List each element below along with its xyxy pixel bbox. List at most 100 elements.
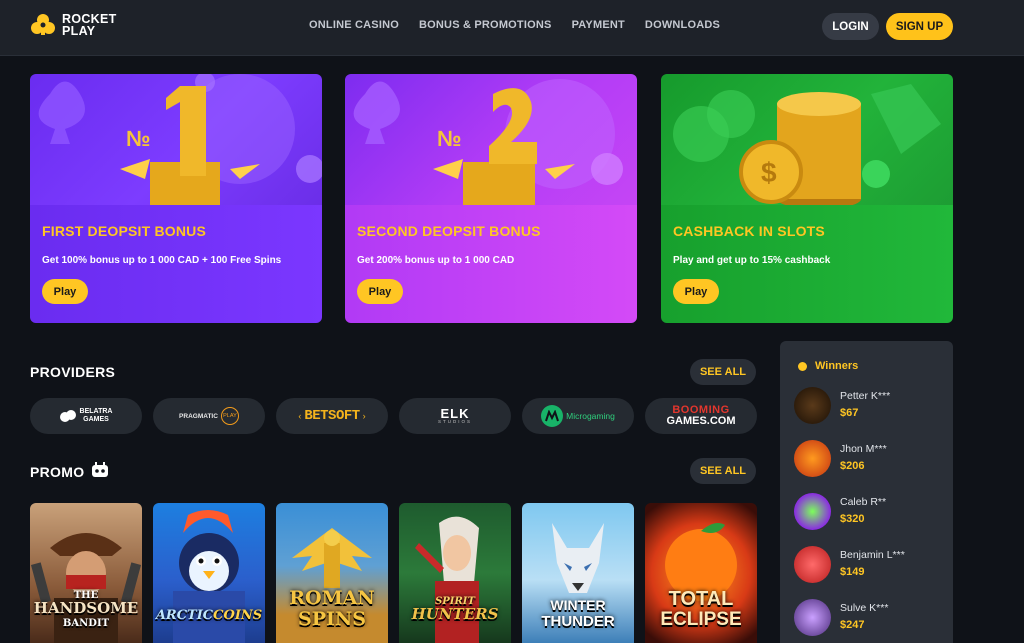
- logo[interactable]: ROCKET PLAY: [30, 12, 117, 38]
- winner-game-thumb: [794, 599, 831, 636]
- winner-game-thumb: [794, 440, 831, 477]
- winner-name: Jhon M***: [840, 443, 887, 455]
- provider-booming[interactable]: BOOMING GAMES.COM: [645, 398, 757, 434]
- elk-sub: STUDIOS: [437, 419, 472, 425]
- promo-desc: Get 100% bonus up to 1 000 CAD + 100 Fre…: [42, 255, 282, 266]
- coins-text: COINS: [213, 608, 263, 623]
- promo-art-first-deposit: №: [30, 74, 322, 205]
- microgaming-icon: [541, 405, 564, 427]
- rocket-logo-icon: [31, 14, 55, 35]
- provider-elk[interactable]: ELK STUDIOS: [399, 398, 511, 434]
- booming-sub: GAMES.COM: [666, 415, 736, 427]
- winner-name: Petter K***: [840, 390, 891, 402]
- promo-art-cashback: $: [661, 74, 953, 205]
- provider-microgaming[interactable]: Microgaming: [522, 398, 634, 434]
- game-title-line2: ECLIPSE: [660, 609, 742, 630]
- betsoft-name: BETSOFT: [304, 408, 360, 424]
- game-winter-thunder[interactable]: WINTER THUNDER: [522, 503, 634, 643]
- microgaming-name: Microgaming: [566, 411, 615, 421]
- provider-betsoft[interactable]: ‹ BETSOFT ›: [276, 398, 388, 434]
- nav-online-casino[interactable]: ONLINE CASINO: [309, 19, 399, 31]
- nav-payment[interactable]: PAYMENT: [572, 19, 625, 31]
- winner-amount: $149: [840, 566, 865, 578]
- play-button[interactable]: Play: [673, 279, 719, 304]
- promo-body-first-deposit: FIRST DEOPSIT BONUS Get 100% bonus up to…: [30, 205, 322, 323]
- belatra-icon: [59, 410, 76, 422]
- game-title-line2: THUNDER: [541, 613, 615, 630]
- game-spirit-hunters[interactable]: SPIRIT HUNTERS: [399, 503, 511, 643]
- belatra-name: BELATRA: [79, 408, 113, 415]
- svg-text:$: $: [761, 157, 777, 188]
- winner-amount: $320: [840, 513, 865, 525]
- promo-title: SECOND DEOPSIT BONUS: [357, 223, 541, 239]
- svg-text:№: №: [126, 126, 151, 151]
- pragmatic-name: PRAGMATIC: [179, 412, 218, 420]
- promo-desc: Get 200% bonus up to 1 000 CAD: [357, 255, 515, 266]
- winner-item[interactable]: Sulve K*** $247: [794, 599, 944, 639]
- promo-art-second-deposit: №: [345, 74, 637, 205]
- winner-game-thumb: [794, 387, 831, 424]
- promo-title: FIRST DEOPSIT BONUS: [42, 223, 207, 239]
- promo-desc: Play and get up to 15% cashback: [673, 255, 831, 266]
- winner-name: Benjamin L***: [840, 549, 905, 561]
- gamepad-icon: [92, 462, 108, 477]
- promo-heading-text: PROMO: [30, 464, 85, 480]
- promo-card-second-deposit[interactable]: № SECOND DEOPSIT BONUS Get 200% bonus up…: [345, 74, 637, 323]
- winner-game-thumb: [794, 546, 831, 583]
- play-button[interactable]: Play: [42, 279, 88, 304]
- login-button[interactable]: LOGIN: [822, 13, 879, 40]
- game-title-line1: WINTER: [550, 597, 606, 613]
- winner-amount: $206: [840, 460, 865, 472]
- winner-item[interactable]: Benjamin L*** $149: [794, 546, 944, 586]
- winners-header: Winners: [798, 360, 858, 372]
- winner-item[interactable]: Caleb R** $320: [794, 493, 944, 533]
- game-title-line1: ROMAN: [289, 587, 375, 609]
- game-title-line2: SPINS: [298, 608, 366, 630]
- game-title-line3: BANDIT: [62, 618, 110, 629]
- no2-trophy-illustration: №: [353, 79, 623, 205]
- logo-line2: PLAY: [62, 24, 96, 38]
- winners-title: Winners: [815, 360, 859, 372]
- game-arctic-coins[interactable]: ARCTICCOINS: [153, 503, 265, 643]
- site-header: ROCKET PLAY ONLINE CASINO BONUS & PROMOT…: [0, 0, 1024, 56]
- chevron-right-icon: ›: [362, 411, 366, 421]
- chevron-left-icon: ‹: [298, 411, 302, 421]
- signup-button[interactable]: SIGN UP: [886, 13, 953, 40]
- main-nav: ONLINE CASINO BONUS & PROMOTIONS PAYMENT…: [309, 19, 720, 31]
- winner-name: Caleb R**: [840, 496, 887, 508]
- winners-panel: Winners Petter K*** $67 Jhon M*** $206 C…: [780, 341, 953, 643]
- game-title-line2: HUNTERS: [411, 605, 499, 623]
- live-dot-icon: [798, 361, 807, 371]
- winner-amount: $247: [840, 619, 865, 631]
- promo-card-cashback[interactable]: $ CASHBACK IN SLOTS Play and get up to 1…: [661, 74, 953, 323]
- winner-item[interactable]: Jhon M*** $206: [794, 440, 944, 480]
- game-total-eclipse[interactable]: TOTAL ECLIPSE: [645, 503, 757, 643]
- play-button[interactable]: Play: [357, 279, 403, 304]
- winner-name: Sulve K***: [840, 602, 889, 614]
- winner-item[interactable]: Petter K*** $67: [794, 387, 944, 427]
- game-handsome-bandit[interactable]: THE HANDSOME BANDIT: [30, 503, 142, 643]
- no1-trophy-illustration: №: [38, 74, 322, 205]
- winner-amount: $67: [840, 407, 859, 419]
- coins-illustration: $: [673, 84, 941, 205]
- promo-body-second-deposit: SECOND DEOPSIT BONUS Get 200% bonus up t…: [345, 205, 637, 323]
- promo-title: CASHBACK IN SLOTS: [673, 223, 825, 239]
- game-title-line1: ARCTICCOINS: [153, 609, 265, 622]
- provider-belatra[interactable]: BELATRA GAMES: [30, 398, 142, 434]
- provider-pragmatic[interactable]: PRAGMATIC PLAY: [153, 398, 265, 434]
- promo-body-cashback: CASHBACK IN SLOTS Play and get up to 15%…: [661, 205, 953, 323]
- game-roman-spins[interactable]: ROMAN SPINS: [276, 503, 388, 643]
- nav-bonus-promotions[interactable]: BONUS & PROMOTIONS: [419, 19, 552, 31]
- arctic-text: ARCTIC: [155, 608, 214, 623]
- belatra-sub: GAMES: [83, 416, 109, 423]
- pragmatic-play-badge: PLAY: [220, 407, 239, 425]
- game-title-line2: HANDSOME: [33, 599, 139, 617]
- winner-game-thumb: [794, 493, 831, 530]
- svg-text:№: №: [437, 126, 462, 151]
- promo-heading: PROMO: [30, 464, 84, 480]
- providers-see-all-button[interactable]: SEE ALL: [690, 359, 756, 385]
- nav-downloads[interactable]: DOWNLOADS: [645, 19, 720, 31]
- belatra-logo: BELATRA GAMES: [59, 408, 113, 424]
- promo-see-all-button[interactable]: SEE ALL: [690, 458, 756, 484]
- promo-card-first-deposit[interactable]: № FIRST DEOPSIT BONUS Get 100% bonus up …: [30, 74, 322, 323]
